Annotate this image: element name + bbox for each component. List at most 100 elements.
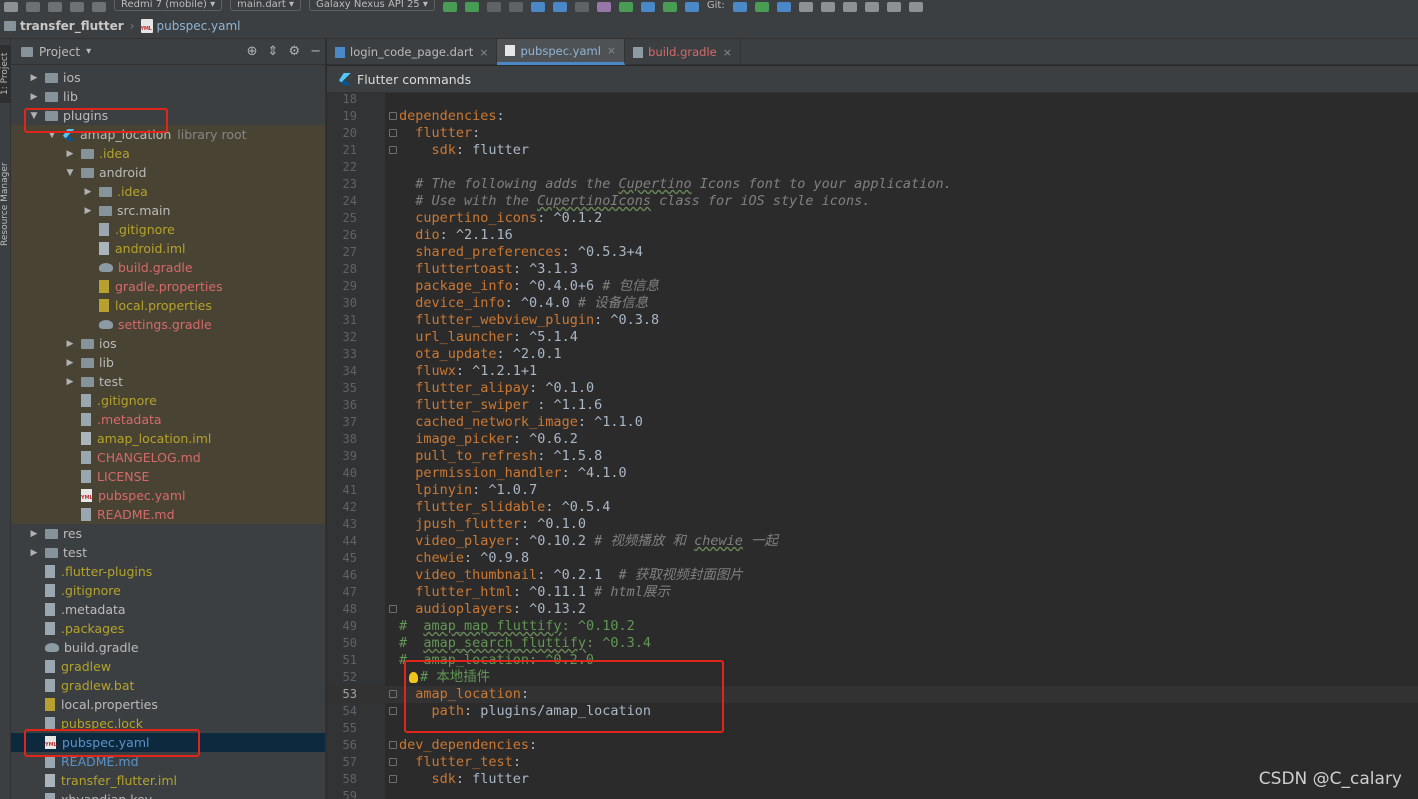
code-line[interactable]: 35 flutter_alipay: ^0.1.0 [327,380,1418,397]
hot-restart-icon[interactable] [552,2,567,12]
run-icon[interactable] [442,2,457,12]
project-tool-tab[interactable]: 1: Project [0,45,11,103]
stop-icon[interactable] [574,2,589,12]
vcs-push-icon[interactable] [776,2,791,12]
tree-item[interactable]: android.iml [11,239,325,258]
event-log-icon[interactable] [908,2,923,12]
project-view-title[interactable]: Project [39,45,80,59]
tree-item[interactable]: gradlew [11,657,325,676]
resource-manager-tab[interactable]: Resource Manager [0,149,11,259]
search-icon[interactable] [886,2,901,12]
line-number[interactable]: 21 [327,142,357,159]
vcs-commit-icon[interactable] [754,2,769,12]
code-line[interactable]: 31 flutter_webview_plugin: ^0.3.8 [327,312,1418,329]
expand-arrow-icon[interactable]: ▶ [65,149,75,159]
code-line[interactable]: 24 # Use with the CupertinoIcons class f… [327,193,1418,210]
tree-item[interactable]: build.gradle [11,258,325,277]
code-line[interactable]: 39 pull_to_refresh: ^1.5.8 [327,448,1418,465]
expand-arrow-icon[interactable]: ▶ [83,206,93,216]
line-number[interactable]: 53 [327,686,357,703]
line-number[interactable]: 58 [327,771,357,788]
line-number[interactable]: 32 [327,329,357,346]
line-number[interactable]: 38 [327,431,357,448]
tree-item[interactable]: transfer_flutter.iml [11,771,325,790]
line-number[interactable]: 47 [327,584,357,601]
code-line[interactable]: 57 flutter_test: [327,754,1418,771]
expand-arrow-icon[interactable]: ▶ [83,187,93,197]
fold-marker-icon[interactable] [389,690,397,698]
fold-marker-icon[interactable] [389,129,397,137]
code-line[interactable]: 45 chewie: ^0.9.8 [327,550,1418,567]
line-number[interactable]: 56 [327,737,357,754]
editor-tab[interactable]: login_code_page.dart × [327,39,498,65]
minimize-icon[interactable]: − [310,44,321,59]
tree-item[interactable]: xhyandian.key [11,790,325,799]
code-line[interactable]: 34 fluwx: ^1.2.1+1 [327,363,1418,380]
device-selector[interactable]: Redmi 7 (mobile) ▾ [114,0,223,11]
line-number[interactable]: 30 [327,295,357,312]
line-number[interactable]: 42 [327,499,357,516]
line-number[interactable]: 28 [327,261,357,278]
expand-arrow-icon[interactable]: ▶ [29,92,39,102]
tree-item[interactable]: ▶ lib [11,87,325,106]
collapse-arrow-icon[interactable]: ▼ [65,168,75,178]
collapse-all-icon[interactable]: ⇕ [268,44,279,59]
line-number[interactable]: 52 [327,669,357,686]
gradle-sync-icon[interactable] [662,2,677,12]
tree-item[interactable]: local.properties [11,695,325,714]
tree-item[interactable]: LICENSE [11,467,325,486]
line-number[interactable]: 20 [327,125,357,142]
line-number[interactable]: 39 [327,448,357,465]
code-line[interactable]: 58 sdk: flutter [327,771,1418,788]
code-line[interactable]: 48 audioplayers: ^0.13.2 [327,601,1418,618]
expand-arrow-icon[interactable]: ▶ [65,339,75,349]
code-line[interactable]: 49 # amap_map_fluttify: ^0.10.2 [327,618,1418,635]
flutter-outline-icon[interactable] [530,2,545,12]
save-icon[interactable] [4,2,18,12]
code-line[interactable]: 32 url_launcher: ^5.1.4 [327,329,1418,346]
code-line[interactable]: 37 cached_network_image: ^1.1.0 [327,414,1418,431]
run-config-selector[interactable]: main.dart ▾ [230,0,302,11]
expand-arrow-icon[interactable]: ▶ [65,358,75,368]
close-tab-icon[interactable]: × [479,46,488,59]
code-line[interactable]: 50 # amap_search_fluttify: ^0.3.4 [327,635,1418,652]
line-number[interactable]: 19 [327,108,357,125]
layout-icon[interactable] [842,2,857,12]
code-line[interactable]: 26 dio: ^2.1.16 [327,227,1418,244]
line-number[interactable]: 35 [327,380,357,397]
tree-item[interactable]: local.properties [11,296,325,315]
line-number[interactable]: 29 [327,278,357,295]
fold-marker-icon[interactable] [389,758,397,766]
tree-item[interactable]: .gitignore [11,581,325,600]
line-number[interactable]: 51 [327,652,357,669]
debug-icon[interactable] [464,2,479,12]
line-number[interactable]: 33 [327,346,357,363]
code-line[interactable]: 20 flutter: [327,125,1418,142]
tree-item[interactable]: .metadata [11,600,325,619]
line-number[interactable]: 48 [327,601,357,618]
tree-item[interactable]: ▶ .idea [11,144,325,163]
forward-icon[interactable] [70,2,84,12]
tree-item[interactable]: ▶ .idea [11,182,325,201]
line-number[interactable]: 25 [327,210,357,227]
fold-marker-icon[interactable] [389,707,397,715]
code-line[interactable]: 21 sdk: flutter [327,142,1418,159]
tree-item[interactable]: ▶ ios [11,334,325,353]
code-line[interactable]: 44 video_player: ^0.10.2 # 视频播放 和 chewie… [327,533,1418,550]
code-line[interactable]: 42 flutter_slidable: ^0.5.4 [327,499,1418,516]
breadcrumb-file[interactable]: pubspec.yaml [157,19,241,33]
attach-icon[interactable] [486,2,501,12]
line-number[interactable]: 37 [327,414,357,431]
tree-item[interactable]: .metadata [11,410,325,429]
sdk-icon[interactable] [640,2,655,12]
tree-item[interactable]: ▼ android [11,163,325,182]
vcs-update-icon[interactable] [732,2,747,12]
gear-icon[interactable]: ⚙ [288,44,300,59]
avd-icon[interactable] [618,2,633,12]
tree-item[interactable]: ▶ test [11,372,325,391]
line-number[interactable]: 40 [327,465,357,482]
tree-item[interactable]: .gitignore [11,220,325,239]
tree-item[interactable]: ▶ res [11,524,325,543]
line-number[interactable]: 24 [327,193,357,210]
code-line[interactable]: 33 ota_update: ^2.0.1 [327,346,1418,363]
